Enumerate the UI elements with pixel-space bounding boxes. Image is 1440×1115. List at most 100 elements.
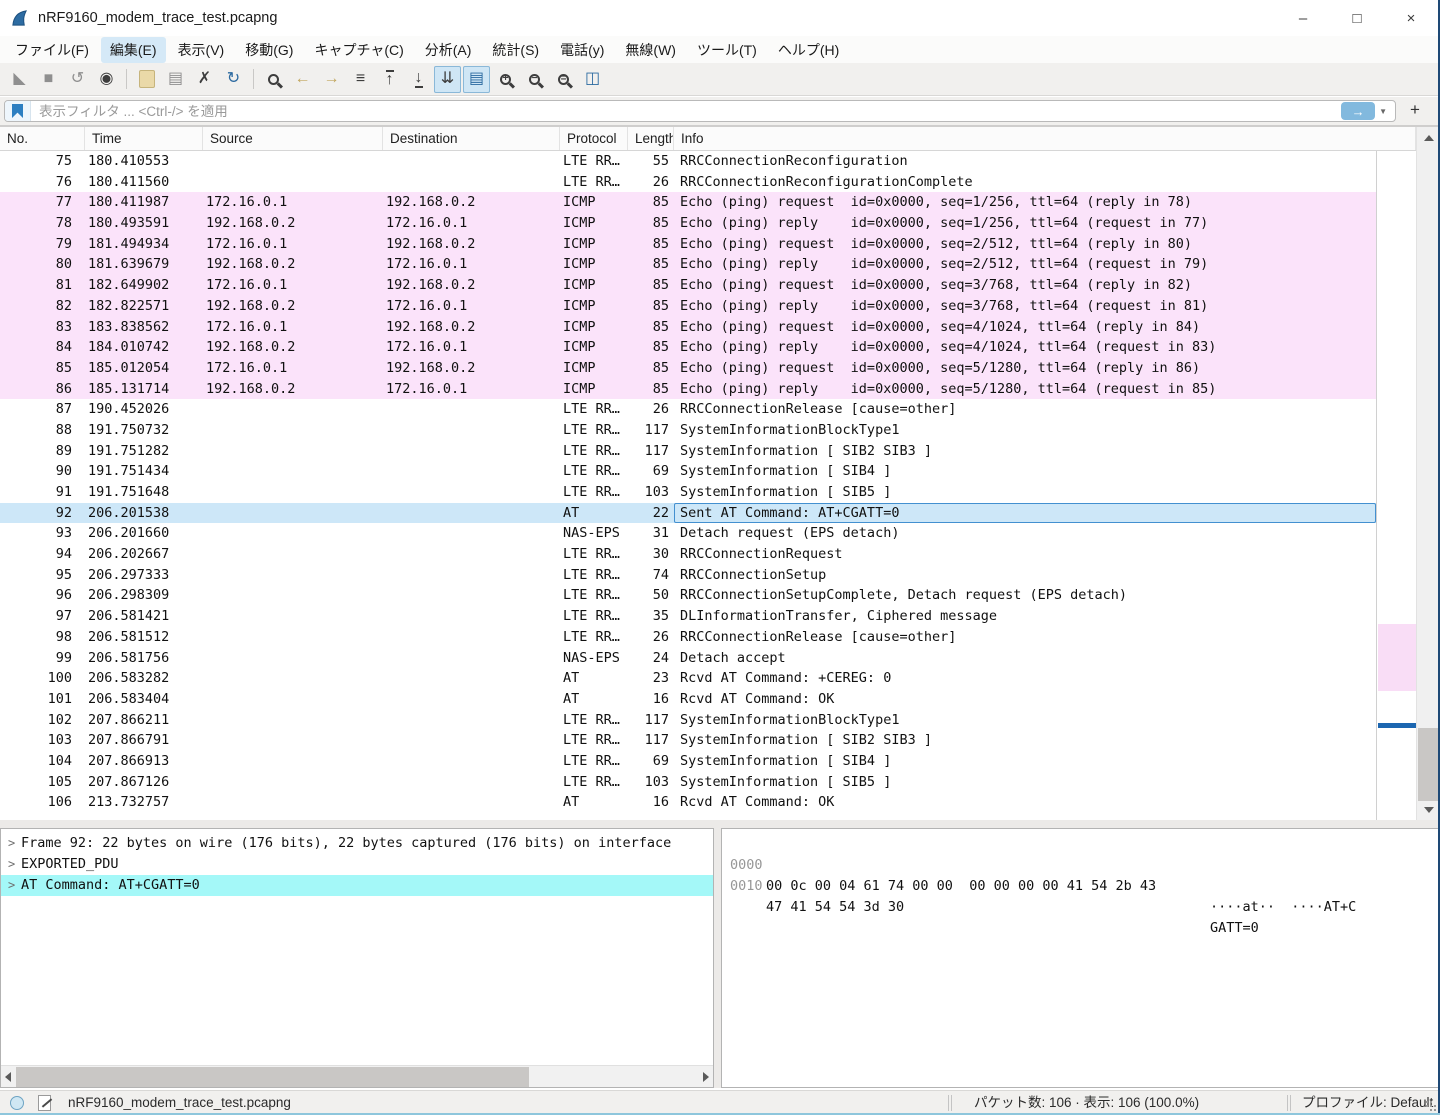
open-file-icon[interactable] <box>133 66 160 93</box>
scroll-left-arrow-icon[interactable] <box>5 1072 11 1082</box>
go-last-packet-icon[interactable]: ↓ <box>405 66 432 93</box>
close-button[interactable]: × <box>1384 0 1438 36</box>
menu-item[interactable]: 表示(V) <box>169 37 234 63</box>
scroll-right-arrow-icon[interactable] <box>703 1072 709 1082</box>
packet-row[interactable]: 82 182.822571 192.168.0.2 172.16.0.1 ICM… <box>0 296 1376 317</box>
column-header[interactable]: No. <box>0 127 85 150</box>
resize-columns-icon[interactable]: ◫ <box>579 66 606 93</box>
packet-row[interactable]: 87 190.452026 LTE RR… 26 RRCConnectionRe… <box>0 399 1376 420</box>
zoom-reset-icon[interactable]: = <box>550 66 577 93</box>
detail-row[interactable]: > EXPORTED_PDU <box>1 854 713 875</box>
packet-row[interactable]: 100 206.583282 AT 23 Rcvd AT Command: +C… <box>0 668 1376 689</box>
maximize-button[interactable]: □ <box>1330 0 1384 36</box>
packet-row[interactable]: 81 182.649902 172.16.0.1 192.168.0.2 ICM… <box>0 275 1376 296</box>
auto-scroll-icon[interactable]: ⇊ <box>434 66 461 93</box>
menu-item[interactable]: 移動(G) <box>236 37 302 63</box>
column-header[interactable]: Time <box>85 127 203 150</box>
scrollbar-thumb[interactable] <box>16 1067 529 1087</box>
detail-row[interactable]: > AT Command: AT+CGATT=0 <box>1 875 713 896</box>
details-hscrollbar[interactable] <box>1 1065 713 1087</box>
expert-info-icon[interactable] <box>10 1096 24 1110</box>
hex-row[interactable]: 0010 47 41 54 54 3d 30 GATT=0 <box>722 855 1439 876</box>
packet-row[interactable]: 84 184.010742 192.168.0.2 172.16.0.1 ICM… <box>0 337 1376 358</box>
horizontal-pane-splitter[interactable] <box>0 820 1440 828</box>
column-header[interactable]: Destination <box>383 127 560 150</box>
column-header[interactable]: Info <box>674 127 1416 150</box>
packet-row[interactable]: 99 206.581756 NAS-EPS 24 Detach accept <box>0 648 1376 669</box>
packet-row[interactable]: 91 191.751648 LTE RR… 103 SystemInformat… <box>0 482 1376 503</box>
resize-grip[interactable] <box>1426 1101 1428 1103</box>
intelligent-scrollbar-minimap[interactable] <box>1376 151 1416 821</box>
close-file-icon[interactable]: ✗ <box>191 66 218 93</box>
find-packet-icon[interactable] <box>260 66 287 93</box>
packet-row[interactable]: 102 207.866211 LTE RR… 117 SystemInforma… <box>0 710 1376 731</box>
apply-filter-button[interactable]: → <box>1341 102 1375 120</box>
add-filter-button[interactable]: + <box>1404 99 1426 121</box>
packet-list-scrollbar[interactable] <box>1416 127 1440 821</box>
column-header[interactable]: Source <box>203 127 383 150</box>
packet-row[interactable]: 80 181.639679 192.168.0.2 172.16.0.1 ICM… <box>0 254 1376 275</box>
packet-row[interactable]: 105 207.867126 LTE RR… 103 SystemInforma… <box>0 772 1376 793</box>
packet-row[interactable]: 76 180.411560 LTE RR… 26 RRCConnectionRe… <box>0 172 1376 193</box>
expand-chevron-icon[interactable]: > <box>1 833 21 854</box>
scroll-down-arrow-icon[interactable] <box>1424 807 1434 813</box>
go-forward-icon[interactable]: → <box>318 66 345 93</box>
packet-row[interactable]: 103 207.866791 LTE RR… 117 SystemInforma… <box>0 730 1376 751</box>
stop-capture-icon[interactable]: ■ <box>35 66 62 93</box>
start-capture-icon[interactable]: ◣ <box>6 66 33 93</box>
profile-text[interactable]: プロファイル: Default <box>1302 1091 1433 1115</box>
packet-row[interactable]: 78 180.493591 192.168.0.2 172.16.0.1 ICM… <box>0 213 1376 234</box>
column-header[interactable]: Protocol <box>560 127 628 150</box>
menu-item[interactable]: ヘルプ(H) <box>769 37 848 63</box>
packet-row[interactable]: 104 207.866913 LTE RR… 69 SystemInformat… <box>0 751 1376 772</box>
packet-row[interactable]: 77 180.411987 172.16.0.1 192.168.0.2 ICM… <box>0 192 1376 213</box>
packet-row[interactable]: 97 206.581421 LTE RR… 35 DLInformationTr… <box>0 606 1376 627</box>
go-back-icon[interactable]: ← <box>289 66 316 93</box>
reload-file-icon[interactable]: ↻ <box>220 66 247 93</box>
packet-row[interactable]: 89 191.751282 LTE RR… 117 SystemInformat… <box>0 441 1376 462</box>
detail-row[interactable]: > Frame 92: 22 bytes on wire (176 bits),… <box>1 833 713 854</box>
capture-options-icon[interactable]: ◉ <box>93 66 120 93</box>
go-to-packet-icon[interactable]: ≡ <box>347 66 374 93</box>
menu-item[interactable]: キャプチャ(C) <box>305 37 412 63</box>
packet-row[interactable]: 95 206.297333 LTE RR… 74 RRCConnectionSe… <box>0 565 1376 586</box>
menu-item[interactable]: 電話(y) <box>551 37 613 63</box>
scroll-up-arrow-icon[interactable] <box>1424 135 1434 141</box>
packet-row[interactable]: 75 180.410553 LTE RR… 55 RRCConnectionRe… <box>0 151 1376 172</box>
display-filter-input[interactable] <box>31 104 1341 119</box>
scrollbar-thumb[interactable] <box>1418 728 1440 801</box>
packet-row[interactable]: 101 206.583404 AT 16 Rcvd AT Command: OK <box>0 689 1376 710</box>
menu-item[interactable]: 分析(A) <box>416 37 481 63</box>
packet-row[interactable]: 86 185.131714 192.168.0.2 172.16.0.1 ICM… <box>0 379 1376 400</box>
packet-row[interactable]: 94 206.202667 LTE RR… 30 RRCConnectionRe… <box>0 544 1376 565</box>
filter-bookmark-button[interactable] <box>5 101 31 121</box>
menu-item[interactable]: 編集(E) <box>101 37 166 63</box>
display-filter-field[interactable]: → ▼ <box>4 100 1396 122</box>
go-first-packet-icon[interactable]: ↑ <box>376 66 403 93</box>
packet-row[interactable]: 92 206.201538 AT 22 Sent AT Command: AT+… <box>0 503 1376 524</box>
zoom-in-icon[interactable]: + <box>492 66 519 93</box>
menu-item[interactable]: ファイル(F) <box>6 37 98 63</box>
packet-row[interactable]: 90 191.751434 LTE RR… 69 SystemInformati… <box>0 461 1376 482</box>
packet-row[interactable]: 79 181.494934 172.16.0.1 192.168.0.2 ICM… <box>0 234 1376 255</box>
packet-row[interactable]: 83 183.838562 172.16.0.1 192.168.0.2 ICM… <box>0 317 1376 338</box>
packet-row[interactable]: 88 191.750732 LTE RR… 117 SystemInformat… <box>0 420 1376 441</box>
packet-row[interactable]: 93 206.201660 NAS-EPS 31 Detach request … <box>0 523 1376 544</box>
restart-capture-icon[interactable]: ↺ <box>64 66 91 93</box>
expand-chevron-icon[interactable]: > <box>1 854 21 875</box>
minimize-button[interactable]: – <box>1276 0 1330 36</box>
capture-comment-icon[interactable] <box>38 1095 51 1111</box>
filter-dropdown-caret-icon[interactable]: ▼ <box>1379 107 1387 116</box>
zoom-out-icon[interactable]: − <box>521 66 548 93</box>
packet-row[interactable]: 96 206.298309 LTE RR… 50 RRCConnectionSe… <box>0 585 1376 606</box>
menu-item[interactable]: 無線(W) <box>616 37 685 63</box>
hex-row[interactable]: 0000 00 0c 00 04 61 74 00 00 00 00 00 00… <box>722 834 1439 855</box>
packet-row[interactable]: 98 206.581512 LTE RR… 26 RRCConnectionRe… <box>0 627 1376 648</box>
packet-row[interactable]: 85 185.012054 172.16.0.1 192.168.0.2 ICM… <box>0 358 1376 379</box>
packet-row[interactable]: 106 213.732757 AT 16 Rcvd AT Command: OK <box>0 792 1376 813</box>
menu-item[interactable]: ツール(T) <box>688 37 766 63</box>
colorize-icon[interactable]: ▤ <box>463 66 490 93</box>
expand-chevron-icon[interactable]: > <box>1 875 21 896</box>
save-file-icon[interactable]: ▤ <box>162 66 189 93</box>
vertical-pane-splitter[interactable] <box>714 828 721 1088</box>
